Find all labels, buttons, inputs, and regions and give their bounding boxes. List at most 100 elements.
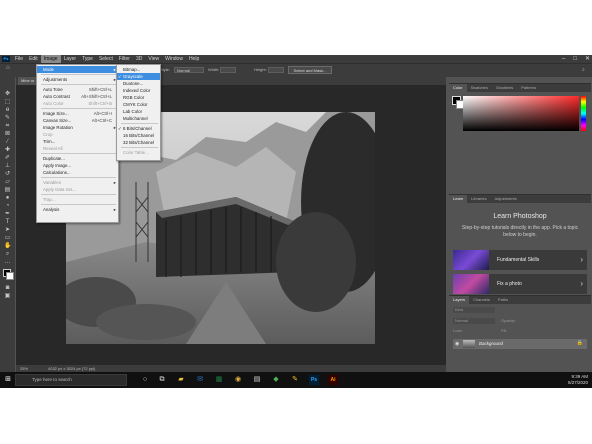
width-field[interactable] <box>220 67 236 73</box>
tab-layers[interactable]: Layers <box>449 296 470 304</box>
close-icon[interactable]: ✕ <box>585 55 590 63</box>
menu-item-canvas-size[interactable]: Canvas Size... Alt+Ctrl+C <box>37 117 118 124</box>
app-icon[interactable]: ◆ <box>271 375 281 385</box>
chrome-icon[interactable]: ◉ <box>233 375 243 385</box>
frame-tool-icon[interactable]: ⊠ <box>4 131 11 137</box>
outlook-icon[interactable]: ✉ <box>195 375 205 385</box>
menu-image[interactable]: Image <box>40 55 61 63</box>
menu-item-calculations[interactable]: Calculations... <box>37 169 118 176</box>
gradient-tool-icon[interactable]: ▤ <box>4 187 11 193</box>
photoshop-taskbar-icon[interactable]: Ps <box>309 375 319 385</box>
crop-tool-icon[interactable]: ⌗ <box>4 123 11 129</box>
menu-item-image-size[interactable]: Image Size... Alt+Ctrl+I <box>37 110 118 117</box>
learn-card-fix-a-photo[interactable]: Fix a photo › <box>453 274 587 294</box>
blur-tool-icon[interactable]: ● <box>4 195 11 201</box>
clone-stamp-tool-icon[interactable]: ⊥ <box>4 163 11 169</box>
menu-edit[interactable]: Edit <box>26 55 41 63</box>
rectangle-tool-icon[interactable]: ▭ <box>4 235 11 241</box>
menu-view[interactable]: View <box>145 55 162 63</box>
healing-brush-tool-icon[interactable]: ✚ <box>4 147 11 153</box>
tab-patterns[interactable]: Patterns <box>517 84 540 92</box>
calculator-icon[interactable]: ▤ <box>252 375 262 385</box>
hand-tool-icon[interactable]: ✋ <box>4 243 11 249</box>
layer-filter-select[interactable]: Kind <box>453 307 495 313</box>
maximize-icon[interactable]: □ <box>573 55 577 63</box>
home-icon[interactable]: ⌂ <box>6 65 10 71</box>
learn-card-fundamental-skills[interactable]: Fundamental Skills › <box>453 250 587 270</box>
tab-adjustments[interactable]: Adjustments <box>491 195 521 203</box>
file-explorer-icon[interactable]: ▰ <box>176 375 186 385</box>
eyedropper-tool-icon[interactable]: ⁄ <box>4 139 11 145</box>
blend-mode-select[interactable]: Normal <box>453 318 495 324</box>
color-picker-field[interactable] <box>463 96 579 131</box>
cortana-icon[interactable]: ○ <box>140 375 150 385</box>
menu-item-mode[interactable]: Mode ▸ <box>37 66 118 73</box>
pen-tool-icon[interactable]: ✒ <box>4 211 11 217</box>
tab-channels[interactable]: Channels <box>469 296 494 304</box>
menu-item-cmyk-color[interactable]: CMYK Color <box>117 101 160 108</box>
menu-item-trim[interactable]: Trim... <box>37 138 118 145</box>
screen-mode-icon[interactable]: ▣ <box>4 293 11 299</box>
menu-item-lab-color[interactable]: Lab Color <box>117 108 160 115</box>
eye-icon[interactable]: ◉ <box>455 341 459 347</box>
tab-color[interactable]: Color <box>449 84 467 92</box>
style-select[interactable]: Normal <box>174 67 204 73</box>
tab-paths[interactable]: Paths <box>494 296 512 304</box>
menu-item-grayscale[interactable]: ✓ Grayscale <box>117 73 160 80</box>
tab-libraries[interactable]: Libraries <box>467 195 490 203</box>
search-icon[interactable]: ⌕ <box>582 67 585 73</box>
menu-item-32-bits-channel[interactable]: 32 Bits/Channel <box>117 139 160 146</box>
lasso-tool-icon[interactable]: ɵ <box>4 107 11 113</box>
quick-select-tool-icon[interactable]: ✎ <box>4 115 11 121</box>
menu-item-bitmap[interactable]: Bitmap... <box>117 66 160 73</box>
menu-item-apply-image[interactable]: Apply Image... <box>37 162 118 169</box>
height-field[interactable] <box>268 67 284 73</box>
path-select-tool-icon[interactable]: ➤ <box>4 227 11 233</box>
layer-row-background[interactable]: ◉ Background 🔒 <box>453 339 587 349</box>
menu-select[interactable]: Select <box>96 55 116 63</box>
menu-item-duotone[interactable]: Duotone... <box>117 80 160 87</box>
eraser-tool-icon[interactable]: ▱ <box>4 179 11 185</box>
menu-item-duplicate[interactable]: Duplicate... <box>37 155 118 162</box>
tools-icon[interactable]: ✎ <box>290 375 300 385</box>
quick-mask-icon[interactable]: ◙ <box>4 285 11 291</box>
background-color-swatch[interactable] <box>6 272 14 280</box>
menu-item-multichannel[interactable]: Multichannel <box>117 115 160 122</box>
excel-icon[interactable]: ▦ <box>214 375 224 385</box>
dodge-tool-icon[interactable]: ◔ <box>4 203 11 209</box>
menu-item-auto-contrast[interactable]: Auto Contrast Alt+Shift+Ctrl+L <box>37 93 118 100</box>
marquee-tool-icon[interactable]: ⬚ <box>4 99 11 105</box>
menu-filter[interactable]: Filter <box>116 55 133 63</box>
menu-item-image-rotation[interactable]: Image Rotation ▸ <box>37 124 118 131</box>
minimize-icon[interactable]: – <box>562 55 565 63</box>
menu-help[interactable]: Help <box>186 55 202 63</box>
history-brush-tool-icon[interactable]: ↺ <box>4 171 11 177</box>
menu-file[interactable]: File <box>12 55 26 63</box>
menu-item-auto-tone[interactable]: Auto Tone Shift+Ctrl+L <box>37 86 118 93</box>
tab-learn[interactable]: Learn <box>449 195 468 203</box>
menu-item-adjustments[interactable]: Adjustments ▸ <box>37 76 118 83</box>
tab-swatches[interactable]: Swatches <box>467 84 492 92</box>
menu-item-analysis[interactable]: Analysis ▸ <box>37 206 118 213</box>
menu-item-16-bits-channel[interactable]: 16 Bits/Channel <box>117 132 160 139</box>
menu-item-rgb-color[interactable]: RGB Color <box>117 94 160 101</box>
task-view-icon[interactable]: ⧉ <box>157 375 167 385</box>
illustrator-taskbar-icon[interactable]: Ai <box>328 375 338 385</box>
system-tray-clock[interactable]: 9:39 AM 5/27/2020 <box>568 374 588 386</box>
hue-slider[interactable] <box>581 96 586 131</box>
menu-3d[interactable]: 3D <box>133 55 145 63</box>
taskbar-search-input[interactable]: Type here to search <box>15 374 127 386</box>
brush-tool-icon[interactable]: ✐ <box>4 155 11 161</box>
move-tool-icon[interactable]: ✥ <box>4 91 11 97</box>
menu-item-indexed-color[interactable]: Indexed Color <box>117 87 160 94</box>
more-tools-icon[interactable]: … <box>4 259 11 265</box>
document-tab[interactable]: Mine or <box>18 77 38 85</box>
menu-layer[interactable]: Layer <box>61 55 80 63</box>
select-and-mask-button[interactable]: Select and Mask... <box>288 66 332 74</box>
type-tool-icon[interactable]: T <box>4 219 11 225</box>
zoom-tool-icon[interactable]: ⌕ <box>4 251 11 257</box>
windows-start-icon[interactable]: ⊞ <box>3 375 13 385</box>
tab-gradients[interactable]: Gradients <box>492 84 517 92</box>
menu-type[interactable]: Type <box>79 55 96 63</box>
menu-item-8-bits-channel[interactable]: ✓ 8 Bits/Channel <box>117 125 160 132</box>
